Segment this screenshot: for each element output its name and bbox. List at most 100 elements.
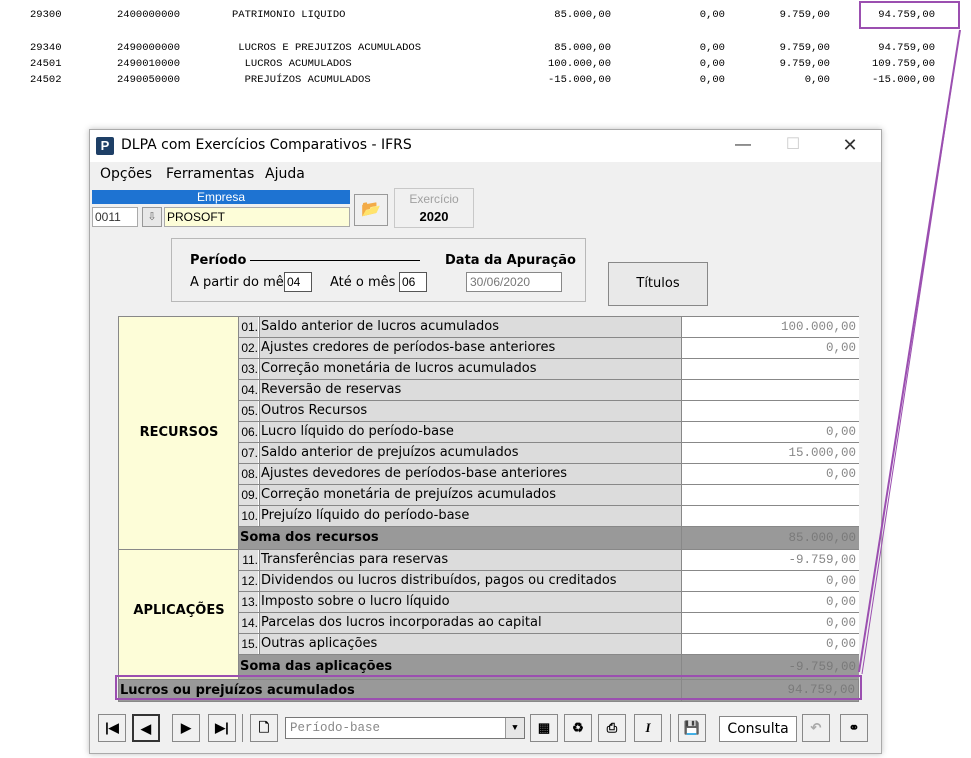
chevron-down-icon[interactable]: ▼ [505, 718, 524, 738]
grid-row[interactable]: 09. Correção monetária de prejuízos acum… [239, 485, 859, 506]
row-value[interactable] [681, 485, 859, 505]
grid-row[interactable]: 14. Parcelas dos lucros incorporadas ao … [239, 613, 859, 634]
to-month-input[interactable]: 06 [399, 272, 427, 292]
periodo-divider [250, 260, 420, 261]
previous-record-button[interactable]: ◀ [132, 714, 160, 742]
row-description: Dividendos ou lucros distribuídos, pagos… [259, 571, 701, 591]
row-description: Lucro líquido do período-base [259, 422, 701, 442]
from-month-input[interactable]: 04 [284, 272, 312, 292]
dlpa-grid: RECURSOS APLICAÇÕES 01. Saldo anterior d… [118, 316, 859, 702]
maximize-button[interactable]: ☐ [770, 130, 816, 162]
report-value: 85.000,00 [554, 42, 611, 54]
report-code: 2490050000 [117, 74, 181, 86]
grid-row[interactable]: 06. Lucro líquido do período-base 0,00 [239, 422, 859, 443]
menu-opcoes[interactable]: Opções [100, 166, 152, 182]
minimize-button[interactable]: — [720, 130, 766, 162]
report-value: 85.000,00 [554, 9, 611, 21]
grid-row[interactable]: 13. Imposto sobre o lucro líquido 0,00 [239, 592, 859, 613]
window-title: DLPA com Exercícios Comparativos - IFRS [121, 137, 412, 153]
report-account: 29340 [30, 42, 62, 54]
report-value: 109.759,00 [871, 58, 935, 70]
grid-row[interactable]: 07. Saldo anterior de prejuízos acumulad… [239, 443, 859, 464]
report-value: 0,00 [699, 9, 725, 21]
report-value: -15.000,00 [547, 74, 611, 86]
row-value[interactable]: 0,00 [681, 338, 859, 358]
row-value[interactable]: -9.759,00 [681, 550, 859, 570]
grid-row[interactable]: 04. Reversão de reservas [239, 380, 859, 401]
row-number: 09. [239, 485, 258, 505]
report-value: 9.759,00 [779, 9, 830, 21]
italic-button[interactable]: I [634, 714, 662, 742]
titulos-button[interactable]: Títulos [608, 262, 708, 306]
row-value[interactable] [681, 359, 859, 379]
apuracao-label: Data da Apuração [445, 253, 576, 268]
calculate-button[interactable]: ▦ [530, 714, 558, 742]
last-record-button[interactable]: ▶| [208, 714, 236, 742]
aplicacoes-label: APLICAÇÕES [133, 603, 225, 618]
row-value[interactable]: 0,00 [681, 634, 859, 654]
grid-row[interactable]: 02. Ajustes credores de períodos-base an… [239, 338, 859, 359]
row-value[interactable]: 0,00 [681, 571, 859, 591]
report-value: 9.759,00 [779, 58, 830, 70]
apuracao-date-input[interactable]: 30/06/2020 [466, 272, 562, 292]
save-button[interactable]: 💾 [678, 714, 706, 742]
open-folder-button[interactable]: 📂 [354, 194, 388, 226]
report-desc: PREJUÍZOS ACUMULADOS [232, 74, 371, 86]
row-value[interactable]: 0,00 [681, 464, 859, 484]
menu-ferramentas[interactable]: Ferramentas [166, 166, 254, 182]
report-code: 2400000000 [117, 9, 181, 21]
grid-row[interactable]: 12. Dividendos ou lucros distribuídos, p… [239, 571, 859, 592]
grid-row[interactable]: 11. Transferências para reservas -9.759,… [239, 550, 859, 571]
row-value[interactable]: 15.000,00 [681, 443, 859, 463]
undo-button[interactable]: ↶ [802, 714, 830, 742]
empresa-name-field[interactable]: PROSOFT [164, 207, 350, 227]
next-record-button[interactable]: ▶ [172, 714, 200, 742]
title-bar[interactable]: P DLPA com Exercícios Comparativos - IFR… [90, 130, 881, 162]
delete-button[interactable]: ♻ [564, 714, 592, 742]
grid-row[interactable]: 05. Outros Recursos [239, 401, 859, 422]
print-button[interactable]: ⎙ [598, 714, 626, 742]
close-button[interactable]: ✕ [827, 130, 873, 162]
report-value: 9.759,00 [779, 42, 830, 54]
grid-row[interactable]: 10. Prejuízo líquido do período-base [239, 506, 859, 527]
grid-row[interactable]: 03. Correção monetária de lucros acumula… [239, 359, 859, 380]
row-description: Prejuízo líquido do período-base [259, 506, 701, 526]
folder-icon: 📂 [361, 201, 381, 218]
row-description: Saldo anterior de prejuízos acumulados [259, 443, 701, 463]
row-description: Ajustes credores de períodos-base anteri… [259, 338, 701, 358]
save-icon: 💾 [683, 720, 701, 735]
exercicio-value: 2020 [419, 209, 449, 224]
new-record-button[interactable]: 🗋 [250, 714, 278, 742]
periodo-base-select[interactable]: Período-base ▼ [285, 717, 525, 739]
row-number: 05. [239, 401, 258, 421]
italic-icon: I [645, 720, 651, 735]
empresa-code-field[interactable]: 0011 [92, 207, 138, 227]
row-value[interactable]: 0,00 [681, 592, 859, 612]
first-record-button[interactable]: |◀ [98, 714, 126, 742]
row-number: 14. [239, 613, 258, 633]
grid-row[interactable]: 15. Outras aplicações 0,00 [239, 634, 859, 655]
from-month-label: A partir do mês [190, 275, 291, 290]
report-account: 24502 [30, 74, 62, 86]
grid-row[interactable]: 08. Ajustes devedores de períodos-base a… [239, 464, 859, 485]
row-value[interactable]: 100.000,00 [681, 317, 859, 337]
app-logo-icon: P [96, 137, 114, 155]
row-value[interactable] [681, 380, 859, 400]
row-number: 11. [239, 550, 258, 570]
grid-row[interactable]: 01. Saldo anterior de lucros acumulados … [239, 317, 859, 338]
aplicacoes-category: APLICAÇÕES [119, 550, 239, 680]
row-value[interactable]: 0,00 [681, 613, 859, 633]
row-value[interactable] [681, 401, 859, 421]
previous-icon: ◀ [141, 721, 151, 736]
row-number: 02. [239, 338, 258, 358]
mode-indicator: Consulta [719, 716, 797, 742]
soma-recursos-row: Soma dos recursos 85.000,00 [239, 527, 859, 550]
menu-ajuda[interactable]: Ajuda [265, 166, 305, 182]
empresa-lookup-button[interactable]: ⇩ [142, 207, 162, 227]
row-value[interactable] [681, 506, 859, 526]
report-account: 24501 [30, 58, 62, 70]
report-account: 29300 [30, 9, 62, 21]
row-value[interactable]: 0,00 [681, 422, 859, 442]
search-button[interactable]: ⚭ [840, 714, 868, 742]
row-number: 01. [239, 317, 258, 337]
